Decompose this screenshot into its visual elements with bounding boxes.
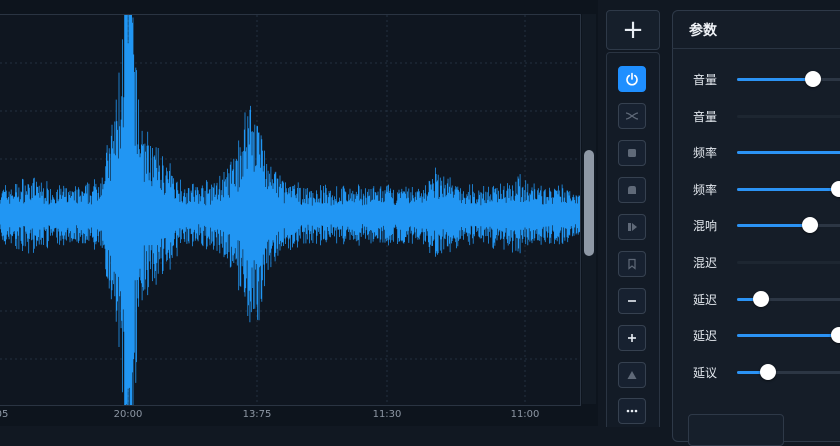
zoom-in-button[interactable] [618, 325, 646, 351]
bookmark-icon [628, 258, 636, 270]
param-slider[interactable] [737, 290, 840, 307]
recycle-button[interactable] [618, 362, 646, 388]
param-label: 频率 [693, 146, 718, 161]
slider-thumb[interactable] [804, 71, 821, 87]
panel-action-button[interactable] [688, 414, 784, 446]
param-label: 混迟 [693, 256, 718, 270]
blob-icon [628, 186, 636, 194]
parameters-title: 参数 [689, 23, 717, 39]
zoom-out-button[interactable] [618, 288, 646, 314]
param-label: 延迟 [693, 292, 718, 307]
param-slider[interactable] [737, 151, 840, 155]
bookmark-button[interactable] [618, 251, 646, 277]
crossfade-icon [625, 112, 639, 120]
param-label: 频率 [693, 182, 718, 197]
add-button[interactable]: + [606, 10, 660, 50]
param-slider[interactable] [737, 71, 840, 87]
more-icon [626, 409, 638, 413]
waveform-view[interactable] [0, 14, 581, 406]
param-label: 混响 [693, 219, 718, 234]
plus-icon [628, 334, 636, 342]
waveform-panel: 05 20:00 13:75 11:30 11:00 [0, 0, 598, 426]
clip-button[interactable] [618, 140, 646, 166]
time-label: 05 [0, 409, 9, 420]
param-slider[interactable] [737, 363, 840, 380]
time-label: 11:30 [372, 409, 402, 420]
crossfade-button[interactable] [618, 103, 646, 129]
slider-fill [737, 334, 840, 338]
time-label: 11:00 [510, 409, 540, 420]
param-slider[interactable] [737, 114, 840, 118]
param-slider[interactable] [737, 217, 840, 234]
slider-thumb[interactable] [801, 217, 818, 234]
play-next-button[interactable] [618, 214, 646, 240]
more-button[interactable] [618, 398, 646, 424]
slider-thumb[interactable] [753, 290, 770, 307]
slider-fill [737, 78, 813, 81]
time-label: 20:00 [113, 409, 143, 420]
slider-fill [737, 187, 840, 191]
waveform-graphic [0, 15, 580, 405]
power-button[interactable] [618, 66, 646, 92]
param-label: 延迟 [693, 329, 718, 344]
slider-thumb[interactable] [831, 180, 840, 197]
minus-icon [628, 300, 636, 302]
param-slider[interactable] [737, 180, 840, 197]
param-slider[interactable] [737, 327, 840, 344]
triangle-icon [627, 371, 637, 379]
slider-thumb[interactable] [759, 363, 776, 380]
waveform-path [0, 15, 580, 405]
param-label: 音量 [693, 109, 718, 124]
slider-fill [737, 151, 840, 155]
power-icon [626, 72, 638, 86]
slider-fill [737, 224, 810, 228]
slider-thumb[interactable] [831, 327, 840, 344]
clip-icon [628, 149, 636, 157]
shape-button[interactable] [618, 177, 646, 203]
time-label: 13:75 [242, 409, 272, 420]
vertical-scrollbar-thumb[interactable] [584, 150, 594, 256]
param-label: 音量 [693, 73, 718, 87]
param-slider[interactable] [737, 261, 840, 264]
play-next-icon [628, 223, 637, 231]
param-label: 延议 [693, 365, 718, 380]
